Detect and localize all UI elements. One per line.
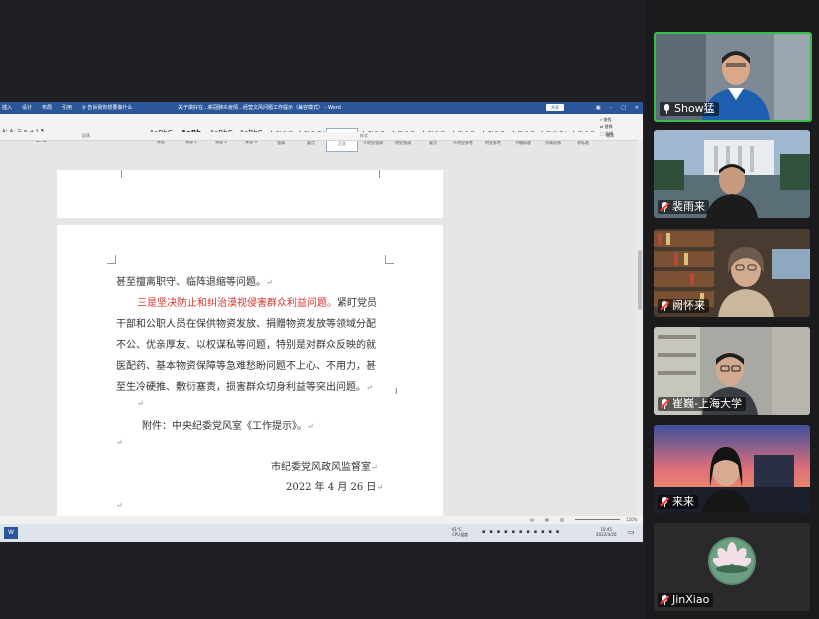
participant-name-badge: 崔巍-上海大学 bbox=[658, 397, 746, 411]
doc-paragraph-line: 甚至擅离职守、临阵退缩等问题。↵ bbox=[116, 277, 273, 288]
margin-mark bbox=[379, 170, 388, 178]
clock-date: 2022/4/26 bbox=[596, 532, 617, 537]
replace-button[interactable]: ⇄ 替换 bbox=[600, 123, 613, 130]
attachment-line: 附件：中央纪委党风室《工作提示》。↵ bbox=[142, 421, 314, 432]
microphone-muted-icon bbox=[660, 496, 669, 508]
web-layout-icon[interactable]: ▥ bbox=[560, 517, 564, 522]
shared-screen: 插入 设计 布局 引用 ♀ 告诉我你想要做什么 关于做好在…新冠肺炎疫情…经营文… bbox=[0, 102, 643, 542]
highlight-heading: 三是坚决防止和纠治漠视侵害群众利益问题。 bbox=[137, 298, 337, 309]
ribbon-tabs: 插入 设计 布局 引用 ♀ 告诉我你想要做什么 bbox=[0, 102, 132, 114]
weather-widget[interactable]: 61°C CPU温度 bbox=[452, 527, 468, 537]
microphone-muted-icon bbox=[660, 201, 669, 213]
tray-app-icon[interactable]: ▪ bbox=[504, 529, 507, 535]
tray-app-icon[interactable]: ▪ bbox=[489, 529, 492, 535]
share-button[interactable]: 共享 bbox=[546, 104, 564, 111]
tab-references[interactable]: 引用 bbox=[62, 102, 72, 114]
participant-tile[interactable]: Show猛 bbox=[654, 32, 812, 122]
find-button[interactable]: ⌕ 查找 bbox=[600, 116, 613, 123]
scroll-thumb[interactable] bbox=[638, 250, 642, 310]
margin-mark bbox=[385, 255, 394, 264]
maximize-icon[interactable]: □ bbox=[621, 102, 626, 114]
tray-app-icon[interactable]: ▪ bbox=[512, 529, 515, 535]
zoom-slider[interactable] bbox=[575, 519, 620, 520]
print-layout-icon[interactable]: ▦ bbox=[545, 517, 549, 522]
tray-app-icon[interactable]: ▪ bbox=[556, 529, 559, 535]
doc-paragraph-line: 至生冷硬推、敷衍塞责，损害群众切身利益等突出问题。↵ bbox=[116, 382, 373, 393]
signature-org: 市纪委党风政风监督室↵ bbox=[271, 462, 378, 473]
microphone-muted-icon bbox=[660, 398, 669, 410]
editing-group: ⌕ 查找 ⇄ 替换 ⬚ 选择 bbox=[600, 116, 613, 137]
participant-name-badge: 阙怀来 bbox=[658, 299, 709, 313]
status-bar: ▤ ▦ ▥ 120% bbox=[0, 516, 643, 524]
participant-tile[interactable]: 阙怀来 bbox=[654, 229, 810, 317]
tray-app-icon[interactable]: ▪ bbox=[526, 529, 529, 535]
document-page-previous bbox=[57, 170, 443, 218]
margin-mark bbox=[113, 170, 122, 178]
empty-paragraph-mark: ↵ bbox=[116, 501, 123, 510]
window-title: 关于做好在…新冠肺炎疫情…经营文风问题工作提示（兼容模式） - Word bbox=[178, 105, 341, 111]
participant-name-badge: 来来 bbox=[658, 495, 698, 509]
clock[interactable]: 10:45 2022/4/26 bbox=[596, 527, 617, 537]
tray-icons: ▪ ▪ ▪ ▪ ▪ ▪ ▪ ▪ ▪ ▪ ▪ bbox=[482, 529, 559, 535]
tell-me-text: 告诉我你想要做什么 bbox=[87, 105, 133, 111]
doc-paragraph-line: 三是坚决防止和纠治漠视侵害群众利益问题。紧盯党员 bbox=[137, 298, 377, 309]
tab-layout[interactable]: 布局 bbox=[42, 102, 52, 114]
style-label: 正文 bbox=[338, 141, 346, 146]
document-page[interactable]: 甚至擅离职守、临阵退缩等问题。↵ 三是坚决防止和纠治漠视侵害群众利益问题。紧盯党… bbox=[57, 225, 443, 525]
word-title-bar: 插入 设计 布局 引用 ♀ 告诉我你想要做什么 关于做好在…新冠肺炎疫情…经营文… bbox=[0, 102, 643, 114]
participant-name-badge: Show猛 bbox=[660, 102, 719, 116]
text-cursor-icon: I bbox=[395, 387, 398, 396]
group-paragraph-label: 段落 bbox=[82, 133, 90, 138]
windows-taskbar: W 61°C CPU温度 ▪ ▪ ▪ ▪ ▪ ▪ ▪ ▪ ▪ ▪ ▪ 10:45… bbox=[0, 524, 643, 542]
participant-tile[interactable]: 裴雨来 bbox=[654, 130, 810, 218]
microphone-icon bbox=[662, 103, 671, 115]
tab-design[interactable]: 设计 bbox=[22, 102, 32, 114]
participant-name-badge: 裴雨来 bbox=[658, 200, 709, 214]
read-mode-icon[interactable]: ▤ bbox=[530, 517, 534, 522]
word-taskbar-icon[interactable]: W bbox=[4, 527, 18, 539]
tray-app-icon[interactable]: ▪ bbox=[534, 529, 537, 535]
participant-tile[interactable]: 来来 bbox=[654, 425, 810, 513]
tray-app-icon[interactable]: ▪ bbox=[519, 529, 522, 535]
group-styles-label: 样式 bbox=[360, 133, 368, 138]
weather-desc: CPU温度 bbox=[452, 532, 469, 537]
microphone-muted-icon bbox=[660, 300, 669, 312]
doc-paragraph-line: 医配药、基本物资保障等急难愁盼问题不上心、不用力，甚 bbox=[116, 361, 376, 372]
participant-tile[interactable]: JinXiao bbox=[654, 523, 810, 611]
signature-date: 2022 年 4 月 26 日↵ bbox=[286, 482, 384, 493]
participant-tile[interactable]: 崔巍-上海大学 bbox=[654, 327, 810, 415]
empty-paragraph-mark: ↵ bbox=[116, 438, 123, 447]
window-controls: ▣ – □ ✕ bbox=[596, 102, 639, 114]
tray-app-icon[interactable]: ▪ bbox=[497, 529, 500, 535]
tell-me-box[interactable]: ♀ 告诉我你想要做什么 bbox=[82, 102, 132, 114]
tray-app-icon[interactable]: ▪ bbox=[482, 529, 485, 535]
tab-insert[interactable]: 插入 bbox=[2, 102, 12, 114]
close-icon[interactable]: ✕ bbox=[635, 102, 639, 114]
doc-paragraph-line: 不公、优亲厚友、以权谋私等问题，特别是对群众反映的就 bbox=[116, 340, 376, 351]
margin-mark bbox=[107, 255, 116, 264]
tray-app-icon[interactable]: ▪ bbox=[541, 529, 544, 535]
tray-app-icon[interactable]: ▪ bbox=[549, 529, 552, 535]
notification-icon[interactable]: ▭ bbox=[628, 528, 635, 536]
vertical-scrollbar[interactable] bbox=[637, 140, 643, 516]
ribbon-group-labels: 段落 样式 编辑 bbox=[0, 132, 643, 141]
doc-paragraph-line: 干部和公职人员在保供物资发放、捐赠物资发放等领域分配 bbox=[116, 319, 376, 330]
microphone-muted-icon bbox=[660, 594, 669, 606]
empty-paragraph-mark: ↵ bbox=[137, 399, 144, 408]
minimize-icon[interactable]: – bbox=[610, 102, 613, 114]
ribbon: A⁺ A⁻ ☰ ≡ ⇥ ↕ ¶ A ≡ ≡ ≡ ≡ ↨ ◧ ▦ AaBbC标题A… bbox=[0, 114, 643, 152]
ribbon-options-icon[interactable]: ▣ bbox=[596, 102, 601, 114]
zoom-level[interactable]: 120% bbox=[626, 517, 637, 522]
participant-name-badge: JinXiao bbox=[658, 593, 714, 607]
select-button[interactable]: ⬚ 选择 bbox=[600, 130, 613, 137]
